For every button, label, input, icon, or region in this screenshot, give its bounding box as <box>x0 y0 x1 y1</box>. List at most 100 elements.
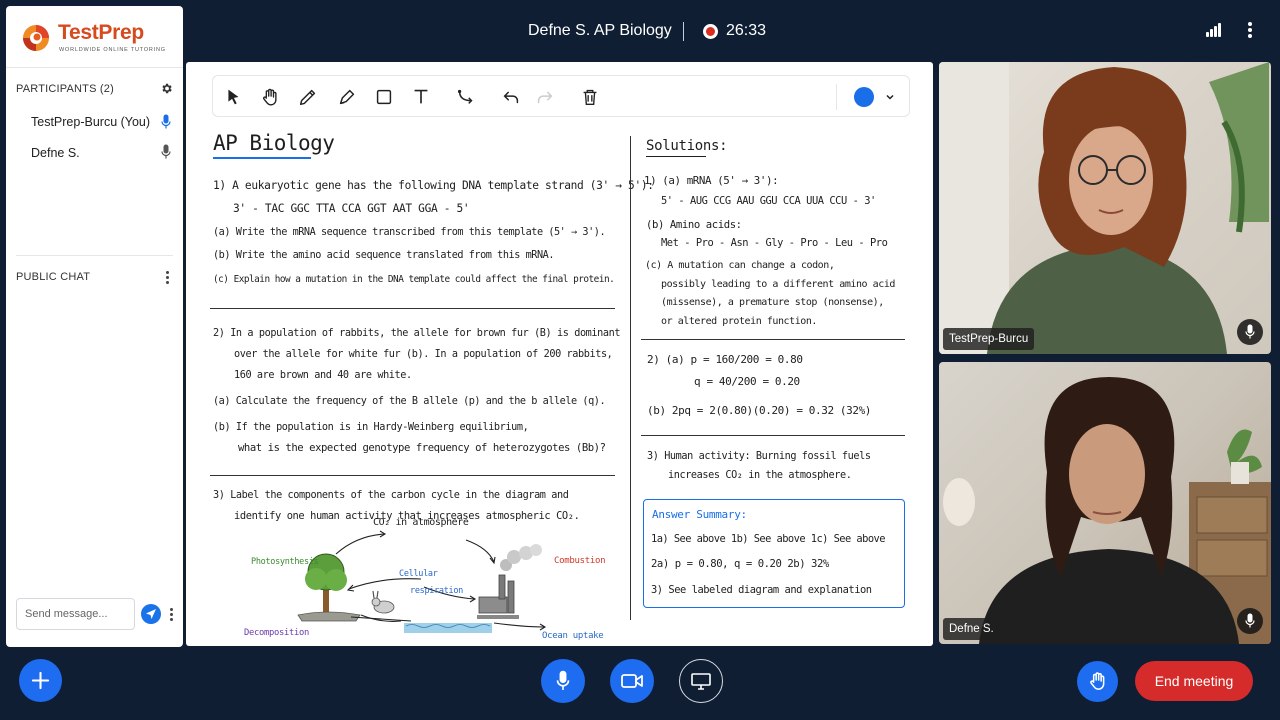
text-icon <box>414 89 428 104</box>
add-actions-button[interactable] <box>19 659 62 702</box>
mic-active-icon <box>161 114 171 129</box>
video-tile-burcu[interactable]: TestPrep-Burcu <box>939 62 1271 354</box>
text-tool-button[interactable] <box>410 86 432 108</box>
marker-icon <box>339 89 355 105</box>
redo-icon <box>537 91 553 104</box>
more-options-icon[interactable] <box>1244 20 1256 40</box>
video-tile-defne[interactable]: Defne S. <box>939 362 1271 644</box>
pan-tool-button[interactable] <box>259 86 281 108</box>
chat-input-options-icon[interactable] <box>167 606 175 624</box>
carbon-cycle-diagram: CO₂ in atmosphere Photosynthesis Combust… <box>236 517 616 642</box>
answer-summary-box: Answer Summary: 1a) See above 1b) See ab… <box>643 499 905 608</box>
sidebar-divider <box>16 255 173 256</box>
solution-2a-q: q = 40/200 = 0.20 <box>694 375 800 388</box>
participant-item-defne[interactable]: Defne S. <box>31 146 80 160</box>
question-2-line-2: over the allele for white fur (b). In a … <box>234 349 613 360</box>
raise-hand-icon <box>1090 672 1105 690</box>
participant-item-burcu[interactable]: TestPrep-Burcu (You) <box>31 115 150 129</box>
connector-tool-button[interactable] <box>455 86 477 108</box>
select-tool-button[interactable] <box>222 86 244 108</box>
solution-1c-line-2: possibly leading to a different amino ac… <box>661 279 895 290</box>
hand-icon <box>263 88 277 106</box>
mic-icon <box>1245 613 1255 628</box>
connector-icon <box>457 89 473 104</box>
color-picker-button[interactable] <box>854 87 874 107</box>
solution-1c-line-1: (c) A mutation can change a codon, <box>645 260 835 271</box>
video-mic-button-defne[interactable] <box>1237 608 1263 634</box>
brand-tagline: WORLDWIDE ONLINE TUTORING <box>59 47 166 53</box>
question-3-line-1: 3) Label the components of the carbon cy… <box>213 490 569 501</box>
solution-1b: (b) Amino acids: <box>646 219 742 231</box>
pencil-tool-button[interactable] <box>297 86 319 108</box>
shape-tool-button[interactable] <box>373 86 395 108</box>
redo-button[interactable] <box>534 86 556 108</box>
marker-tool-button[interactable] <box>336 86 358 108</box>
answer-summary-title: Answer Summary: <box>652 508 747 521</box>
diagram-label-co2: CO₂ in atmosphere <box>373 517 469 528</box>
diagram-label-cellular: Cellular <box>399 569 438 579</box>
question-1-strand: 3' - TAC GGC TTA CCA GGT AAT GGA - 5' <box>233 202 470 215</box>
solutions-title: Solutions: <box>646 138 728 154</box>
raise-hand-button[interactable] <box>1077 661 1118 702</box>
camera-toggle-button[interactable] <box>610 659 654 703</box>
question-1-stem: 1) A eukaryotic gene has the following D… <box>213 179 654 192</box>
trash-icon <box>583 89 597 106</box>
screen-share-icon <box>691 673 711 690</box>
square-icon <box>376 89 392 105</box>
solution-3-line-2: increases CO₂ in the atmosphere. <box>668 470 852 481</box>
sidebar: TestPrep WORLDWIDE ONLINE TUTORING PARTI… <box>6 6 183 647</box>
mic-icon <box>161 144 171 159</box>
public-chat-header: PUBLIC CHAT <box>16 271 91 283</box>
delete-button[interactable] <box>579 86 601 108</box>
question-2b-line-2: what is the expected genotype frequency … <box>238 442 606 454</box>
chevron-down-icon[interactable] <box>885 92 895 102</box>
gear-icon[interactable] <box>160 82 173 95</box>
divider-line <box>641 435 905 436</box>
screen-share-button[interactable] <box>679 659 723 703</box>
solution-3-line-1: 3) Human activity: Burning fossil fuels <box>647 451 871 462</box>
diagram-label-combustion: Combustion <box>554 556 606 566</box>
whiteboard-toolbar <box>212 75 910 117</box>
video-mic-button-burcu[interactable] <box>1237 319 1263 345</box>
video-name-tag-defne: Defne S. <box>943 618 1000 640</box>
diagram-label-ocean: Ocean uptake <box>542 631 604 641</box>
brand-logo: TestPrep WORLDWIDE ONLINE TUTORING <box>6 6 183 68</box>
answer-summary-row-2: 2a) p = 0.80, q = 0.20 2b) 32% <box>651 558 829 570</box>
question-2-line-1: 2) In a population of rabbits, the allel… <box>213 328 621 339</box>
answer-summary-row-3: 3) See labeled diagram and explanation <box>651 584 872 596</box>
divider-line <box>210 475 615 476</box>
participant-video-defne <box>943 377 1271 644</box>
question-2b-line-1: (b) If the population is in Hardy-Weinbe… <box>213 422 529 433</box>
solution-1c-line-4: or altered protein function. <box>661 316 817 327</box>
pencil-icon <box>299 89 316 106</box>
video-name-tag-burcu: TestPrep-Burcu <box>943 328 1035 350</box>
title-underline <box>213 157 311 159</box>
solution-1c-line-3: (missense), a premature stop (nonsense), <box>661 297 884 308</box>
end-meeting-button[interactable]: End meeting <box>1135 661 1253 701</box>
participants-header: PARTICIPANTS (2) <box>16 83 114 95</box>
question-1c: (c) Explain how a mutation in the DNA te… <box>213 274 615 285</box>
diagram-label-respiration: respiration <box>410 586 463 596</box>
divider-line <box>641 339 905 340</box>
whiteboard[interactable]: AP Biology 1) A eukaryotic gene has the … <box>186 62 933 646</box>
chat-message-input[interactable] <box>16 598 135 630</box>
board-title: AP Biology <box>213 131 335 155</box>
carbon-cycle-sketch <box>297 530 547 633</box>
undo-icon <box>503 91 519 104</box>
divider-line <box>210 308 615 309</box>
participant-video-burcu <box>939 62 1269 354</box>
pointer-icon <box>228 89 239 105</box>
question-2a: (a) Calculate the frequency of the B all… <box>213 396 606 407</box>
meeting-timer: 26:33 <box>726 22 767 39</box>
top-bar: Defne S. AP Biology 26:33 <box>190 0 1280 62</box>
testprep-logo-icon <box>23 25 49 51</box>
send-message-button[interactable] <box>141 604 161 624</box>
chat-options-icon[interactable] <box>163 269 171 287</box>
solution-2a-p: 2) (a) p = 160/200 = 0.80 <box>647 353 803 366</box>
mic-icon <box>1245 324 1255 339</box>
column-divider <box>630 136 631 620</box>
microphone-toggle-button[interactable] <box>541 659 585 703</box>
undo-button[interactable] <box>500 86 522 108</box>
solution-2b: (b) 2pq = 2(0.80)(0.20) = 0.32 (32%) <box>647 404 872 417</box>
connection-status-icon[interactable] <box>1206 23 1222 37</box>
